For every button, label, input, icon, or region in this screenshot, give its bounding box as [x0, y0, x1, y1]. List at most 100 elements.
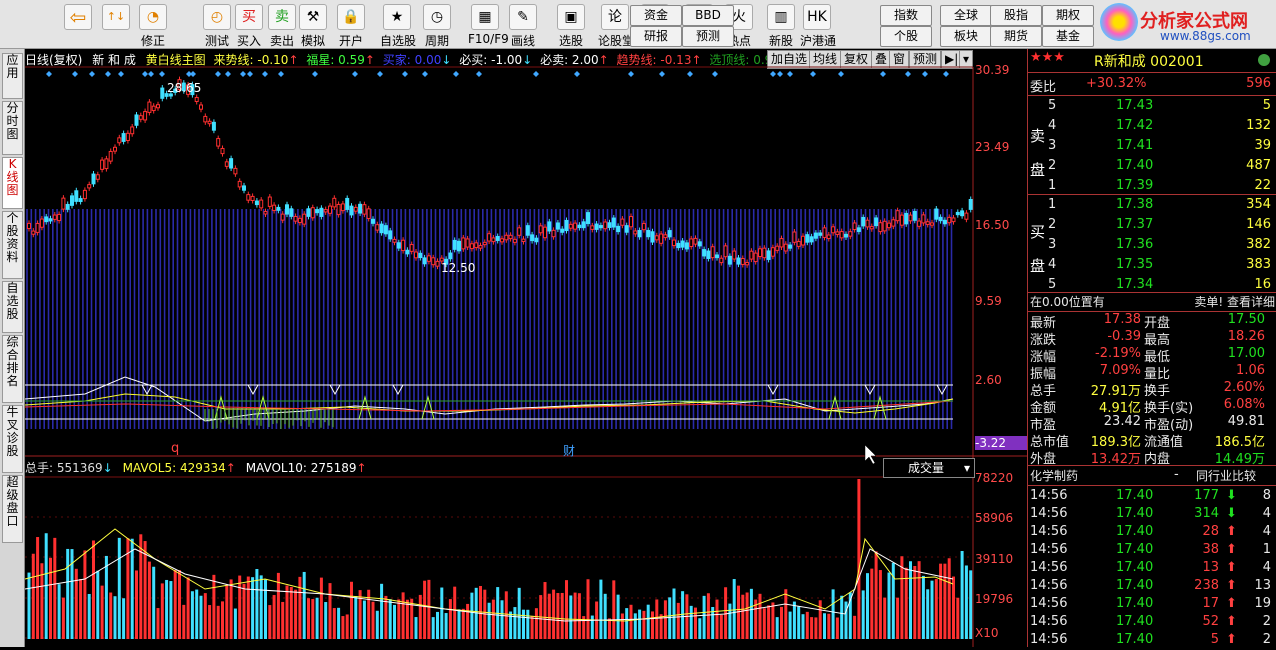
volume-bar: [401, 592, 405, 639]
candle: [869, 226, 874, 230]
leftnav-diagnosis[interactable]: 牛叉诊股: [2, 405, 23, 473]
mini-button-4[interactable]: 指数: [880, 5, 932, 26]
leftnav-super[interactable]: 超级盘口: [2, 475, 23, 543]
weibi-label: 委比: [1030, 80, 1057, 95]
f10-button[interactable]: ▦ F10/F9: [468, 2, 509, 46]
mini-button-2[interactable]: BBD: [682, 5, 734, 26]
updown-button[interactable]: ↑↓: [102, 2, 130, 46]
candle: [684, 242, 689, 250]
volume-bar: [655, 599, 659, 639]
candle: [598, 225, 603, 229]
mini-button-9[interactable]: 板块: [940, 26, 992, 47]
volume-bar: [328, 583, 332, 639]
price: 17.41: [1116, 138, 1154, 153]
buy-button[interactable]: 买买入: [232, 2, 266, 48]
volume-bar: [612, 580, 616, 639]
candle: [594, 223, 599, 230]
volume-bar: [61, 597, 65, 639]
leftnav-watchlist[interactable]: 自选股: [2, 281, 23, 333]
stat-value: 17.38: [1103, 312, 1141, 327]
mini-button-3[interactable]: 预测: [682, 26, 734, 47]
volume-dropdown[interactable]: 成交量 ▾: [883, 458, 975, 478]
level: 4: [1048, 257, 1057, 272]
test-button[interactable]: ◴ 测试: [200, 2, 234, 48]
leftnav-kline[interactable]: K线图: [2, 157, 23, 209]
simulate-button[interactable]: ⚒ 模拟: [296, 2, 330, 48]
tick-price: 17.40: [1116, 596, 1154, 611]
candle: [216, 138, 221, 147]
mini-button-7[interactable]: 期权: [1042, 5, 1094, 26]
volume-bar: [87, 593, 91, 639]
forum-button[interactable]: 论论股堂: [598, 2, 635, 48]
volume-bar: [448, 599, 452, 639]
mini-button-6[interactable]: 股指: [990, 5, 1042, 26]
volume-bar: [732, 579, 736, 639]
candle: [882, 220, 887, 232]
candle: [138, 115, 143, 120]
back-button[interactable]: ⇦: [60, 2, 96, 46]
mini-button-1[interactable]: 研报: [630, 26, 682, 47]
buy-row: 4 17.35 383: [1028, 257, 1276, 275]
mouse-cursor-icon: [864, 444, 877, 465]
candle: [732, 250, 737, 260]
volume-bar: [371, 601, 375, 639]
open-account-label: 开户: [338, 34, 363, 48]
mini-button-8[interactable]: 个股: [880, 26, 932, 47]
leftnav-ranking[interactable]: 综合排名: [2, 335, 23, 403]
candle: [371, 218, 375, 224]
divider: [1028, 95, 1276, 96]
sell-button[interactable]: 卖卖出: [265, 2, 299, 48]
candle: [641, 223, 646, 231]
volume-bar: [917, 561, 921, 639]
industry-compare-button[interactable]: 同行业比较: [1196, 467, 1256, 484]
leftnav-app[interactable]: 应用: [2, 53, 23, 99]
volume-bar: [577, 593, 581, 639]
volume-bar: [186, 577, 190, 639]
mini-button-0[interactable]: 资金: [630, 5, 682, 26]
menu-circle-icon[interactable]: [1258, 54, 1270, 66]
fix-button[interactable]: ◔ 修正: [136, 2, 170, 48]
kline-svg[interactable]: [25, 49, 1027, 647]
volume-bar: [311, 599, 315, 639]
volume-bar: [49, 557, 52, 639]
open-account-button[interactable]: 🔒 开户: [334, 2, 368, 48]
candle: [250, 195, 255, 201]
forum-label: 论股堂: [598, 34, 635, 48]
candle: [448, 252, 453, 260]
period-button[interactable]: ◷ 周期: [420, 2, 454, 48]
candle: [766, 250, 771, 260]
buy-row: 2 17.37 146: [1028, 217, 1276, 235]
tick-row: 14:56 17.40 52 ⬆ 2: [1028, 614, 1276, 632]
leftnav-profile[interactable]: 个股资料: [2, 211, 23, 279]
detail-link[interactable]: 卖单! 查看详细: [1194, 293, 1275, 310]
stat-value: 18.26: [1227, 329, 1265, 344]
candle: [848, 231, 853, 237]
weibi-val: 596: [1246, 76, 1271, 91]
candle: [633, 230, 638, 235]
stock-pick-button[interactable]: ▣ 选股: [554, 2, 588, 48]
stock-pick-label: 选股: [558, 34, 583, 48]
candle: [431, 257, 436, 266]
mini-button-10[interactable]: 期货: [990, 26, 1042, 47]
ipo-button[interactable]: ▥ 新股: [764, 2, 798, 48]
hk-connect-button[interactable]: HK 沪港通: [800, 2, 836, 48]
minus-icon[interactable]: -: [1174, 467, 1179, 482]
signal-diamond: [687, 71, 693, 77]
volume-bar: [870, 568, 874, 639]
drawline-button[interactable]: ✎ 画线: [506, 2, 540, 48]
volume-bar: [853, 615, 857, 639]
volume-bar: [543, 582, 547, 639]
industry-name[interactable]: 化学制药: [1030, 467, 1078, 484]
mini-button-11[interactable]: 基金: [1042, 26, 1094, 47]
candle: [100, 159, 105, 170]
mini-button-5[interactable]: 全球: [940, 5, 992, 26]
candle: [727, 255, 732, 265]
volume-bar: [672, 588, 676, 639]
volume-bar: [891, 562, 895, 639]
up-down-arrow-icon: ↑↓: [102, 4, 130, 30]
watchlist-button[interactable]: ★ 自选股: [380, 2, 416, 48]
candle: [95, 174, 100, 180]
leftnav-timeshare[interactable]: 分时图: [2, 101, 23, 155]
tick-count: 2: [1262, 632, 1271, 647]
price-axis-3: 9.59: [975, 294, 1002, 308]
